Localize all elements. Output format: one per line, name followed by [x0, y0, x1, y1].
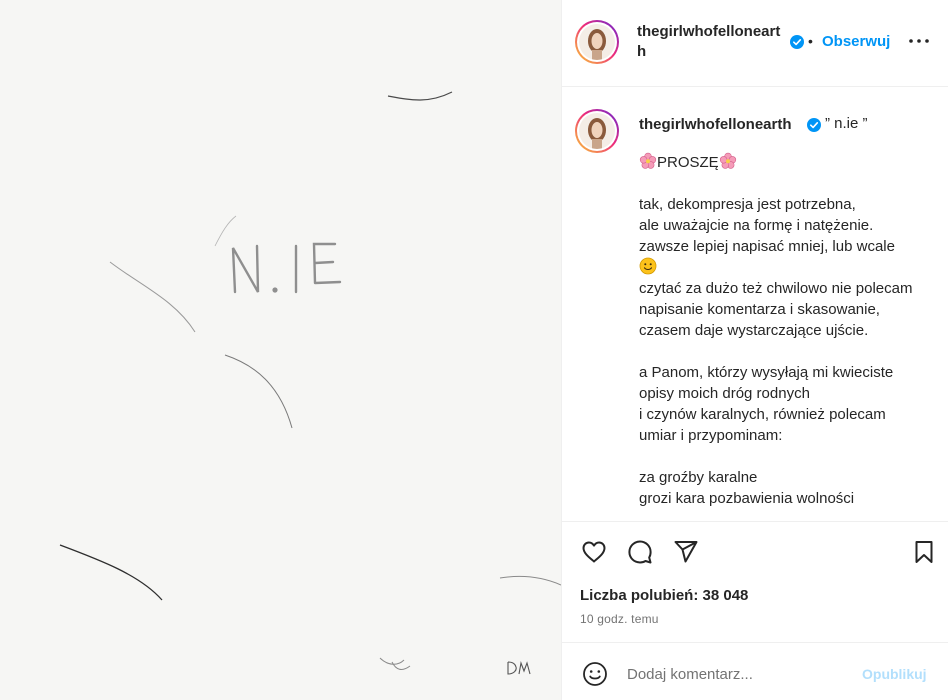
- bookmark-icon[interactable]: [910, 538, 938, 566]
- post-author-username[interactable]: thegirlwhofellonearth: [637, 22, 782, 62]
- cherry-blossom-icon: [639, 152, 657, 169]
- more-options-icon[interactable]: [907, 34, 931, 48]
- comment-icon[interactable]: [626, 538, 654, 566]
- post-side-panel: thegirlwhofellonearth • Obserwuj thegirl…: [561, 0, 948, 700]
- separator: •: [808, 33, 813, 49]
- add-comment-bar: Opublikuj: [562, 642, 948, 700]
- cherry-blossom-icon: [719, 152, 736, 169]
- signature: [507, 660, 531, 675]
- caption-paragraph: czytać za dużo też chwilowo nie polecam …: [639, 280, 913, 339]
- caption-avatar[interactable]: [575, 109, 619, 153]
- follow-button[interactable]: Obserwuj: [822, 33, 890, 50]
- post-header: thegirlwhofellonearth • Obserwuj: [562, 0, 948, 87]
- avatar[interactable]: [575, 20, 619, 64]
- caption-paragraph: tak, dekompresja jest potrzebna, ale uwa…: [639, 196, 895, 255]
- caption-section[interactable]: thegirlwhofellonearth ” n.ie ” PROSZĘ ta…: [562, 88, 948, 520]
- caption-paragraph: za groźby karalne grozi kara pozbawienia…: [639, 469, 855, 507]
- post-image[interactable]: [0, 0, 561, 700]
- verified-badge-icon: [790, 35, 804, 49]
- post-image-drawing: [59, 91, 561, 675]
- caption-text: PROSZĘ tak, dekompresja jest potrzebna, …: [639, 152, 944, 509]
- post-actions: Liczba polubień: 38 048 10 godz. temu: [562, 521, 948, 641]
- likes-count[interactable]: Liczba polubień: 38 048: [580, 587, 748, 604]
- share-icon[interactable]: [672, 538, 700, 566]
- caption-heading: PROSZĘ: [657, 154, 719, 171]
- heart-icon[interactable]: [580, 538, 608, 566]
- caption-username[interactable]: thegirlwhofellonearth: [639, 116, 792, 133]
- emoji-icon[interactable]: [582, 661, 608, 687]
- handwritten-text: [231, 242, 342, 294]
- comment-input[interactable]: [627, 661, 847, 687]
- post-comment-button[interactable]: Opublikuj: [862, 666, 927, 682]
- post-timestamp[interactable]: 10 godz. temu: [580, 612, 659, 626]
- caption-title: ” n.ie ”: [825, 115, 868, 132]
- smiling-face-icon: [639, 257, 657, 275]
- verified-badge-icon: [807, 118, 821, 132]
- caption-paragraph: a Panom, którzy wysyłają mi kwieciste op…: [639, 364, 894, 444]
